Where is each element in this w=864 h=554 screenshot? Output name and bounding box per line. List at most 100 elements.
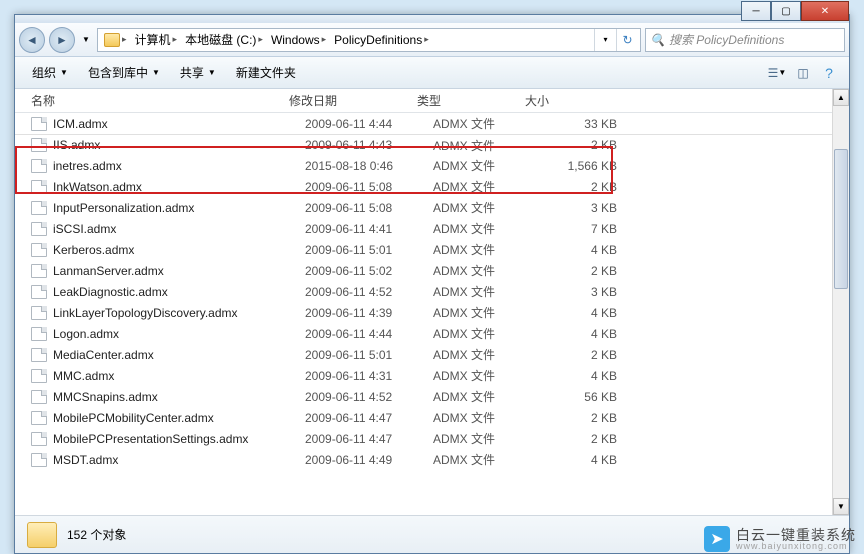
file-row[interactable]: InputPersonalization.admx2009-06-11 5:08… bbox=[15, 197, 849, 218]
help-icon: ? bbox=[825, 65, 833, 81]
file-icon bbox=[31, 306, 47, 320]
file-type: ADMX 文件 bbox=[433, 367, 541, 384]
chevron-right-icon: ▸ bbox=[122, 34, 127, 45]
file-row[interactable]: MobilePCMobilityCenter.admx2009-06-11 4:… bbox=[15, 407, 849, 428]
file-date: 2015-08-18 0:46 bbox=[305, 159, 433, 173]
chevron-down-icon: ▼ bbox=[152, 68, 160, 77]
maximize-button[interactable]: ▢ bbox=[771, 1, 801, 21]
forward-button[interactable]: ► bbox=[49, 27, 75, 53]
file-icon bbox=[31, 432, 47, 446]
arrow-right-icon: ► bbox=[56, 33, 68, 47]
vertical-scrollbar[interactable]: ▲ ▼ bbox=[832, 89, 849, 515]
breadcrumb-item[interactable]: PolicyDefinitions▸ bbox=[330, 31, 433, 49]
file-size: 3 KB bbox=[541, 201, 617, 215]
breadcrumb-item[interactable]: 本地磁盘 (C:)▸ bbox=[181, 29, 267, 50]
file-size: 4 KB bbox=[541, 369, 617, 383]
close-button[interactable]: ✕ bbox=[801, 1, 849, 21]
chevron-right-icon: ▸ bbox=[173, 34, 178, 45]
file-row[interactable]: MobilePCPresentationSettings.admx2009-06… bbox=[15, 428, 849, 449]
file-type: ADMX 文件 bbox=[433, 199, 541, 216]
column-type[interactable]: 类型 bbox=[417, 92, 525, 109]
search-input[interactable]: 🔍 搜索 PolicyDefinitions bbox=[645, 28, 845, 52]
file-name: Logon.admx bbox=[53, 327, 305, 341]
file-date: 2009-06-11 4:52 bbox=[305, 285, 433, 299]
nav-history-dropdown[interactable]: ▼ bbox=[79, 31, 93, 49]
explorer-window: ─ ▢ ✕ ◄ ► ▼ ▸ 计算机▸ 本地磁盘 (C:)▸ Windows▸ P… bbox=[14, 14, 850, 554]
file-size: 3 KB bbox=[541, 285, 617, 299]
file-row[interactable]: LanmanServer.admx2009-06-11 5:02ADMX 文件2… bbox=[15, 260, 849, 281]
address-bar[interactable]: ▸ 计算机▸ 本地磁盘 (C:)▸ Windows▸ PolicyDefinit… bbox=[97, 28, 641, 52]
watermark-sub: www.baiyunxitong.com bbox=[736, 542, 856, 551]
file-row[interactable]: InkWatson.admx2009-06-11 5:08ADMX 文件2 KB bbox=[15, 176, 849, 197]
file-row[interactable]: MMC.admx2009-06-11 4:31ADMX 文件4 KB bbox=[15, 365, 849, 386]
file-icon bbox=[31, 327, 47, 341]
titlebar: ─ ▢ ✕ bbox=[15, 15, 849, 23]
breadcrumb-item[interactable]: Windows▸ bbox=[267, 31, 330, 49]
organize-button[interactable]: 组织▼ bbox=[23, 59, 77, 86]
scroll-up-button[interactable]: ▲ bbox=[833, 89, 849, 106]
column-size[interactable]: 大小 bbox=[525, 92, 605, 109]
file-row[interactable]: IIS.admx2009-06-11 4:43ADMX 文件2 KB bbox=[15, 134, 849, 155]
file-icon bbox=[31, 453, 47, 467]
include-library-button[interactable]: 包含到库中▼ bbox=[79, 59, 169, 86]
navbar: ◄ ► ▼ ▸ 计算机▸ 本地磁盘 (C:)▸ Windows▸ PolicyD… bbox=[15, 23, 849, 57]
file-date: 2009-06-11 4:31 bbox=[305, 369, 433, 383]
file-row[interactable]: inetres.admx2015-08-18 0:46ADMX 文件1,566 … bbox=[15, 155, 849, 176]
share-button[interactable]: 共享▼ bbox=[171, 59, 225, 86]
file-icon bbox=[31, 159, 47, 173]
minimize-button[interactable]: ─ bbox=[741, 1, 771, 21]
file-row[interactable]: Kerberos.admx2009-06-11 5:01ADMX 文件4 KB bbox=[15, 239, 849, 260]
file-name: LanmanServer.admx bbox=[53, 264, 305, 278]
file-type: ADMX 文件 bbox=[433, 451, 541, 468]
view-mode-button[interactable]: ☰▼ bbox=[765, 61, 789, 85]
file-size: 2 KB bbox=[541, 180, 617, 194]
file-type: ADMX 文件 bbox=[433, 115, 541, 132]
file-icon bbox=[31, 222, 47, 236]
preview-pane-button[interactable]: ◫ bbox=[791, 61, 815, 85]
file-icon bbox=[31, 369, 47, 383]
scroll-down-button[interactable]: ▼ bbox=[833, 498, 849, 515]
new-folder-button[interactable]: 新建文件夹 bbox=[227, 59, 305, 86]
file-type: ADMX 文件 bbox=[433, 283, 541, 300]
file-name: MobilePCMobilityCenter.admx bbox=[53, 411, 305, 425]
file-row[interactable]: LinkLayerTopologyDiscovery.admx2009-06-1… bbox=[15, 302, 849, 323]
file-name: MobilePCPresentationSettings.admx bbox=[53, 432, 305, 446]
file-size: 2 KB bbox=[541, 138, 617, 152]
file-size: 2 KB bbox=[541, 432, 617, 446]
help-button[interactable]: ? bbox=[817, 61, 841, 85]
file-date: 2009-06-11 4:47 bbox=[305, 432, 433, 446]
file-row[interactable]: iSCSI.admx2009-06-11 4:41ADMX 文件7 KB bbox=[15, 218, 849, 239]
file-type: ADMX 文件 bbox=[433, 346, 541, 363]
folder-icon bbox=[27, 522, 57, 548]
file-row[interactable]: ICM.admx2009-06-11 4:44ADMX 文件33 KB bbox=[15, 113, 849, 134]
file-name: Kerberos.admx bbox=[53, 243, 305, 257]
file-row[interactable]: MSDT.admx2009-06-11 4:49ADMX 文件4 KB bbox=[15, 449, 849, 470]
file-row[interactable]: MediaCenter.admx2009-06-11 5:01ADMX 文件2 … bbox=[15, 344, 849, 365]
file-date: 2009-06-11 5:01 bbox=[305, 243, 433, 257]
breadcrumb-item[interactable]: 计算机▸ bbox=[131, 29, 182, 50]
scroll-thumb[interactable] bbox=[834, 149, 848, 289]
column-name[interactable]: 名称 bbox=[31, 92, 289, 109]
file-row[interactable]: Logon.admx2009-06-11 4:44ADMX 文件4 KB bbox=[15, 323, 849, 344]
file-type: ADMX 文件 bbox=[433, 262, 541, 279]
file-size: 2 KB bbox=[541, 264, 617, 278]
file-date: 2009-06-11 4:52 bbox=[305, 390, 433, 404]
breadcrumb-root[interactable]: ▸ bbox=[100, 31, 131, 49]
search-icon: 🔍 bbox=[650, 33, 665, 47]
file-icon bbox=[31, 201, 47, 215]
back-button[interactable]: ◄ bbox=[19, 27, 45, 53]
chevron-down-icon: ▼ bbox=[82, 35, 90, 44]
address-dropdown[interactable]: ▾ bbox=[594, 29, 616, 51]
folder-icon bbox=[104, 33, 120, 47]
file-row[interactable]: MMCSnapins.admx2009-06-11 4:52ADMX 文件56 … bbox=[15, 386, 849, 407]
file-size: 7 KB bbox=[541, 222, 617, 236]
refresh-button[interactable]: ↻ bbox=[616, 29, 638, 51]
chevron-right-icon: ▸ bbox=[424, 34, 429, 45]
file-date: 2009-06-11 4:39 bbox=[305, 306, 433, 320]
file-name: MSDT.admx bbox=[53, 453, 305, 467]
file-date: 2009-06-11 5:01 bbox=[305, 348, 433, 362]
file-size: 4 KB bbox=[541, 243, 617, 257]
column-date[interactable]: 修改日期 bbox=[289, 92, 417, 109]
toolbar: 组织▼ 包含到库中▼ 共享▼ 新建文件夹 ☰▼ ◫ ? bbox=[15, 57, 849, 89]
file-row[interactable]: LeakDiagnostic.admx2009-06-11 4:52ADMX 文… bbox=[15, 281, 849, 302]
